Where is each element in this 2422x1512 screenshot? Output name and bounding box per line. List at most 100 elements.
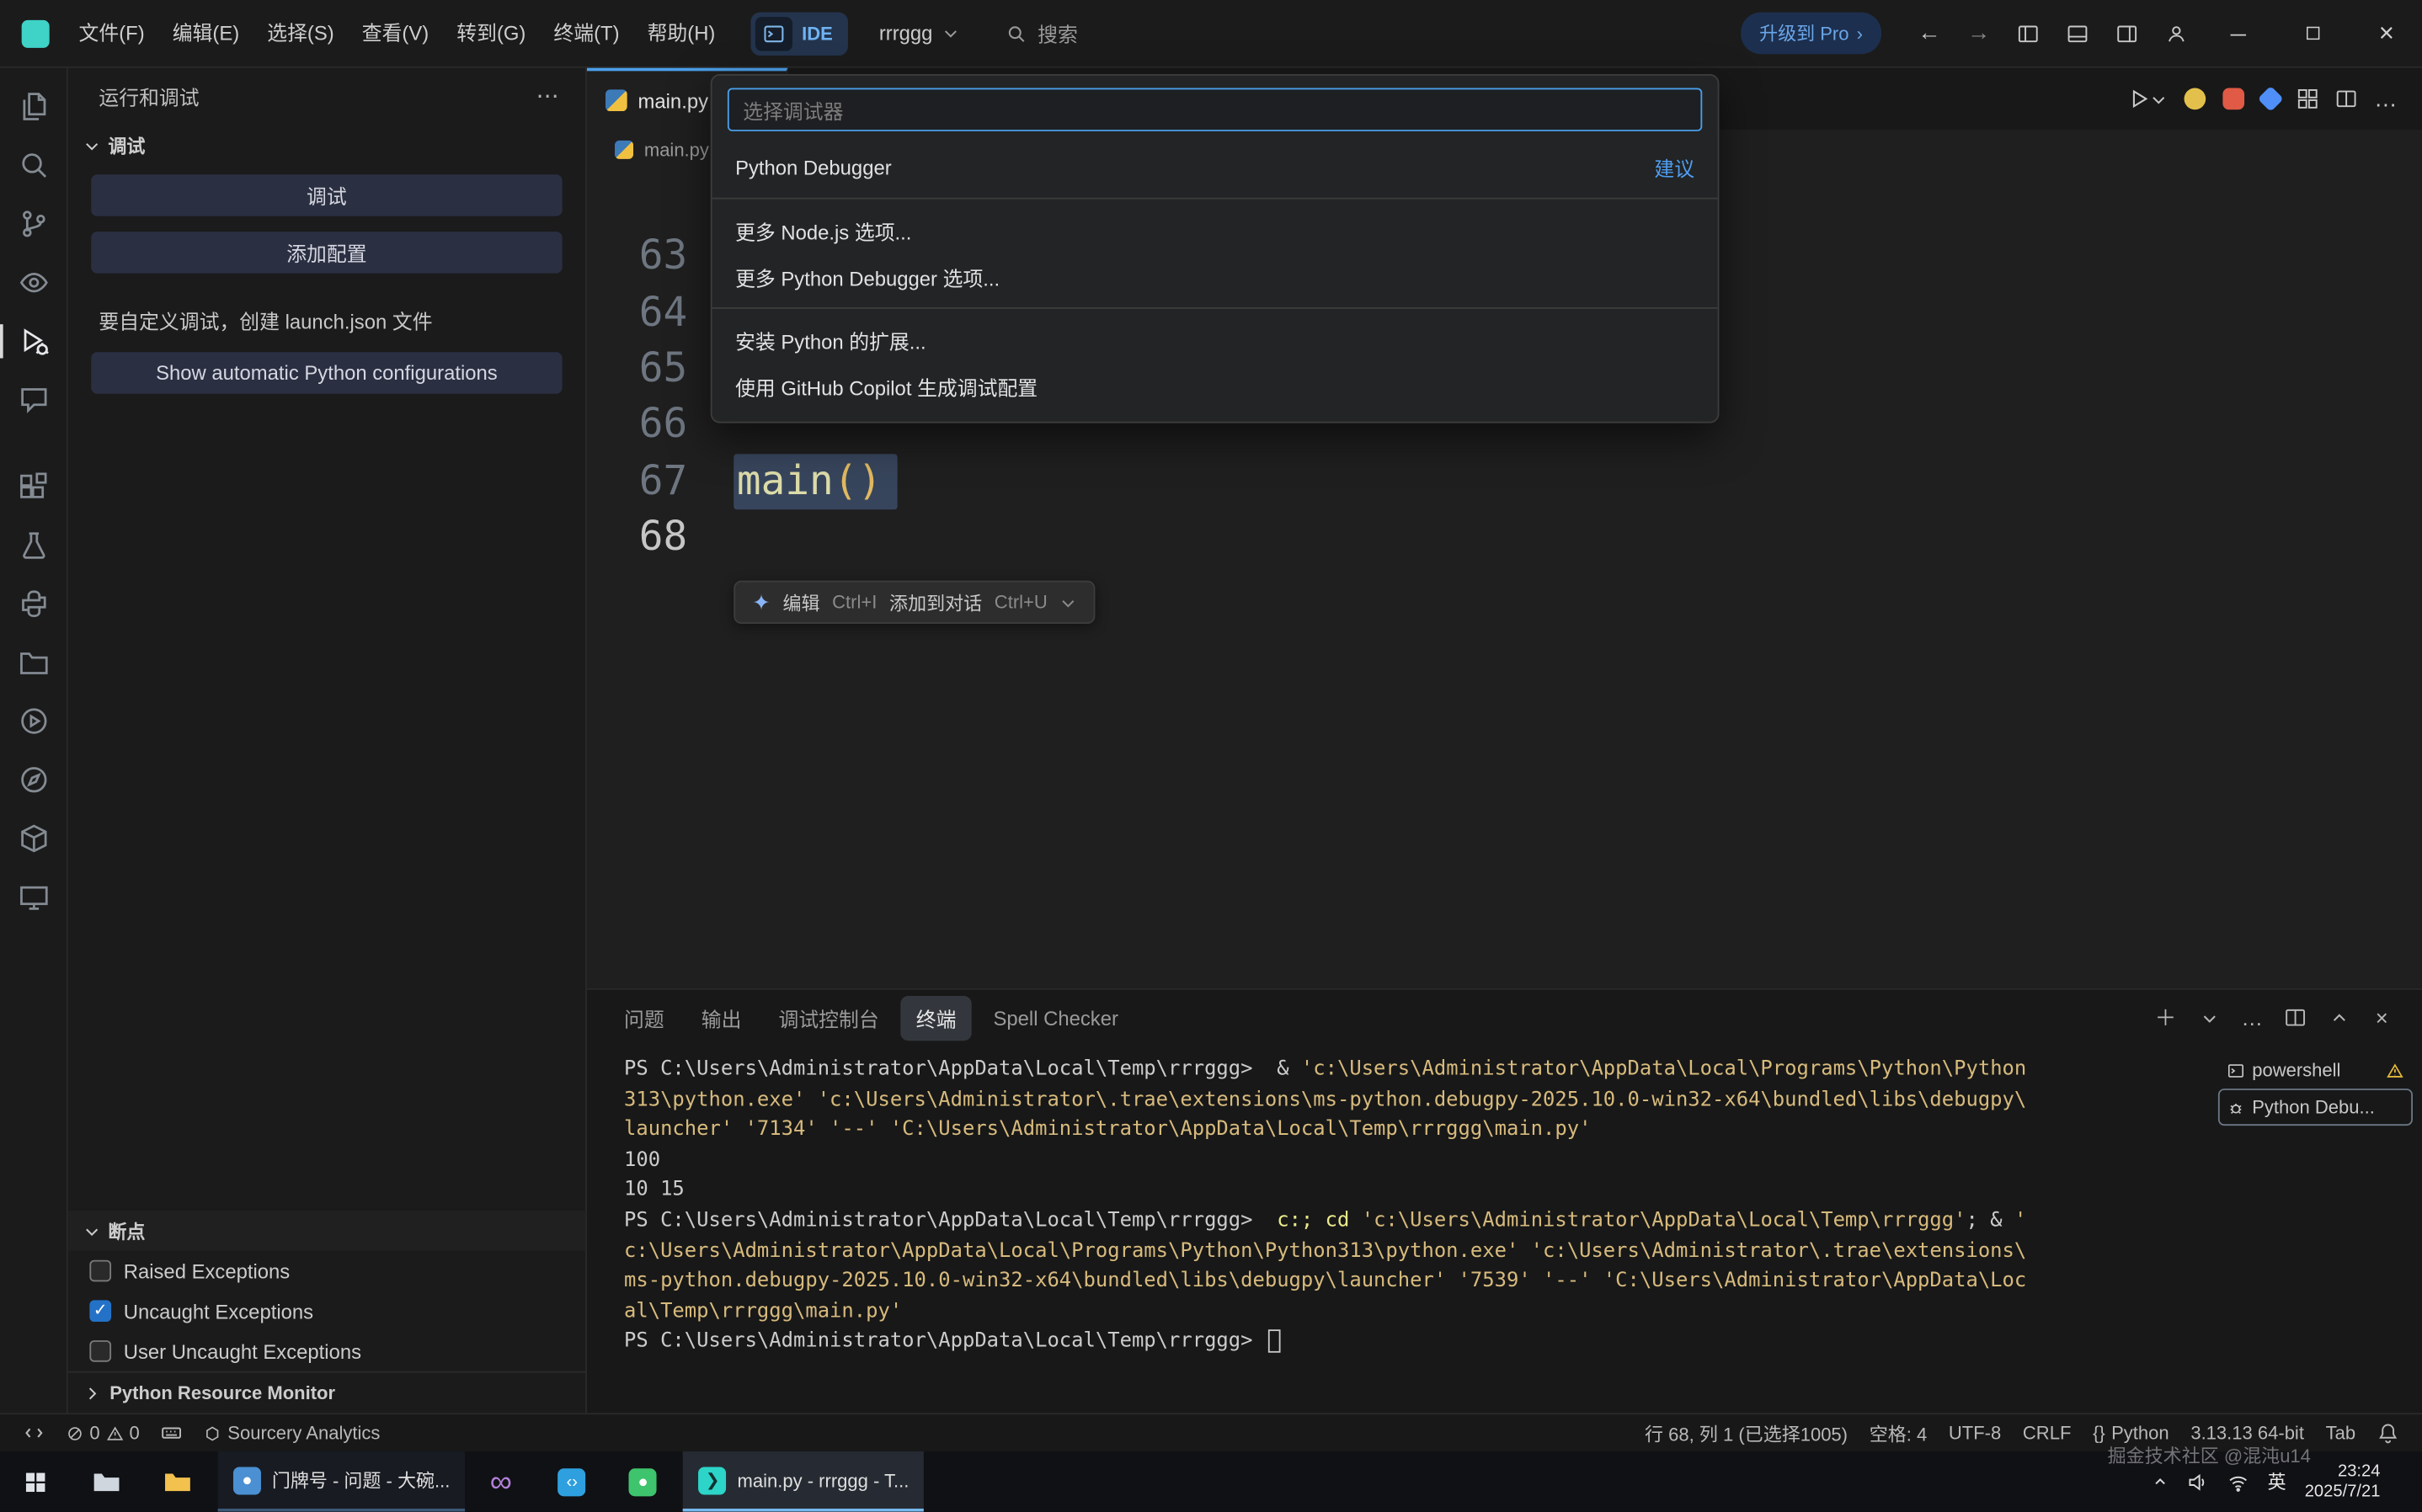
tray-chevron-up-icon[interactable] [2152,1473,2169,1490]
ai-edit-label[interactable]: 编辑 [782,589,819,615]
vscode-icon[interactable]: ‹› [536,1451,607,1512]
menu-selection[interactable]: 选择(S) [253,0,349,67]
package-icon[interactable] [0,809,67,868]
split-editor-icon[interactable] [2335,88,2357,110]
debug-section-header[interactable]: 调试 [68,124,585,167]
extension-blue-icon[interactable] [2258,86,2284,112]
breakpoint-raised-exceptions[interactable]: Raised Exceptions [68,1251,585,1291]
menu-help[interactable]: 帮助(H) [633,0,729,67]
close-panel-icon[interactable]: × [2363,999,2400,1036]
preview-eye-icon[interactable] [0,253,67,312]
layout-grid-icon[interactable] [2297,88,2318,110]
taskbar-window-doc[interactable]: ● 门牌号 - 问题 - 大碗... [218,1451,466,1512]
sourcery-analytics[interactable]: Sourcery Analytics [194,1414,391,1452]
menu-edit[interactable]: 编辑(E) [158,0,253,67]
explorer-icon[interactable] [0,77,67,136]
search-sidebar-icon[interactable] [0,136,67,194]
minimize-button[interactable]: ─ [2203,0,2274,67]
auto-python-config-button[interactable]: Show automatic Python configurations [91,352,562,394]
maximize-button[interactable] [2277,0,2348,67]
terminal-item-powershell[interactable]: powershell [2218,1051,2413,1089]
file-explorer-icon[interactable] [71,1451,141,1512]
toggle-left-sidebar-icon[interactable] [2005,10,2051,56]
debug-button[interactable]: 调试 [91,174,562,216]
maximize-panel-icon[interactable] [2320,999,2357,1036]
breakpoints-section-header[interactable]: 断点 [68,1211,585,1251]
quickpick-item-copilot-generate-config[interactable]: 使用 GitHub Copilot 生成调试配置 [712,363,1718,409]
ide-mode-badge[interactable]: IDE [751,12,849,55]
close-button[interactable]: × [2351,0,2422,67]
checkbox[interactable] [89,1340,111,1362]
menu-view[interactable]: 查看(V) [348,0,443,67]
forward-button[interactable]: → [1955,20,2002,46]
compass-icon[interactable] [0,750,67,809]
indentation-indicator[interactable]: 空格: 4 [1859,1414,1938,1452]
more-actions-icon[interactable]: ⋯ [536,82,560,109]
tray-clock[interactable]: 23:24 2025/7/21 [2305,1461,2381,1502]
cursor-position[interactable]: 行 68, 列 1 (已选择1005) [1634,1414,1859,1452]
panel-tab-debug-console[interactable]: 调试控制台 [763,995,894,1040]
terminal-item-python-debug[interactable]: Python Debu... [2218,1089,2413,1126]
quickpick-input[interactable]: 选择调试器 [728,88,1702,131]
menu-file[interactable]: 文件(F) [65,0,158,67]
panel-tab-spell-checker[interactable]: Spell Checker [978,998,1134,1037]
quickpick-item-install-python-ext[interactable]: 安装 Python 的扩展... [712,317,1718,363]
menu-go[interactable]: 转到(G) [443,0,540,67]
quickpick-item-more-node-options[interactable]: 更多 Node.js 选项... [712,207,1718,253]
visual-studio-icon[interactable]: ∞ [466,1451,536,1512]
quickpick-item-python-debugger[interactable]: Python Debugger 建议 [712,144,1718,190]
remote-indicator[interactable] [13,1414,56,1452]
run-python-file-button[interactable] [2129,88,2168,110]
tab-focus-mode[interactable]: Tab [2315,1414,2366,1452]
account-icon[interactable] [2153,10,2200,56]
chat-icon[interactable] [0,370,67,429]
extension-yellow-icon[interactable] [2185,88,2206,110]
network-icon[interactable] [2227,1471,2249,1493]
problems-indicator[interactable]: 0 0 [56,1414,151,1452]
quickpick-item-more-python-options[interactable]: 更多 Python Debugger 选项... [712,253,1718,300]
global-search[interactable]: 搜索 [1006,19,1078,48]
start-button[interactable] [0,1451,71,1512]
toggle-panel-icon[interactable] [2054,10,2100,56]
menu-terminal[interactable]: 终端(T) [540,0,633,67]
checkbox[interactable] [89,1260,111,1282]
panel-tab-problems[interactable]: 问题 [609,995,680,1040]
notifications-bell-icon[interactable] [2366,1414,2409,1452]
inline-ai-hint[interactable]: ✦ 编辑 Ctrl+I 添加到对话 Ctrl+U [734,581,1095,624]
green-app-icon[interactable]: ● [607,1451,678,1512]
python-resource-monitor-section[interactable]: Python Resource Monitor [68,1371,585,1414]
run-circle-icon[interactable] [0,692,67,751]
panel-tab-terminal[interactable]: 终端 [900,995,971,1040]
split-terminal-icon[interactable] [2277,999,2314,1036]
remote-monitor-icon[interactable] [0,868,67,927]
folder-icon[interactable] [142,1451,213,1512]
checkbox[interactable] [89,1300,111,1322]
add-configuration-button[interactable]: 添加配置 [91,232,562,274]
new-terminal-icon[interactable]: ＋ [2147,999,2185,1036]
terminal-dropdown-icon[interactable] [2190,999,2227,1036]
volume-icon[interactable] [2187,1471,2209,1493]
more-actions-icon[interactable]: … [2233,999,2270,1036]
back-button[interactable]: ← [1906,20,1952,46]
breakpoint-user-uncaught-exceptions[interactable]: User Uncaught Exceptions [68,1331,585,1371]
breakpoint-uncaught-exceptions[interactable]: Uncaught Exceptions [68,1291,585,1331]
project-folder-icon[interactable] [0,633,67,692]
source-control-icon[interactable] [0,194,67,253]
toggle-right-sidebar-icon[interactable] [2104,10,2150,56]
ai-add-to-chat-label[interactable]: 添加到对话 [889,589,982,615]
test-beaker-icon[interactable] [0,516,67,575]
terminal-output[interactable]: PS C:\Users\Administrator\AppData\Local\… [587,1046,2218,1414]
upgrade-pro-button[interactable]: 升级到 Pro› [1741,13,1881,55]
app-logo-icon[interactable] [22,19,50,47]
run-debug-icon[interactable] [0,312,67,371]
extensions-icon[interactable] [0,457,67,516]
extension-red-icon[interactable] [2222,88,2244,110]
more-actions-icon[interactable]: … [2374,86,2398,112]
encoding-indicator[interactable]: UTF-8 [1938,1414,2012,1452]
project-switcher[interactable]: rrrggg [879,22,959,45]
eol-indicator[interactable]: CRLF [2012,1414,2082,1452]
taskbar-window-trae[interactable]: ❯ main.py - rrrggg - T... [683,1451,924,1512]
keyboard-icon[interactable] [151,1414,194,1452]
panel-tab-output[interactable]: 输出 [686,995,756,1040]
input-method-indicator[interactable]: 英 [2268,1468,2286,1494]
